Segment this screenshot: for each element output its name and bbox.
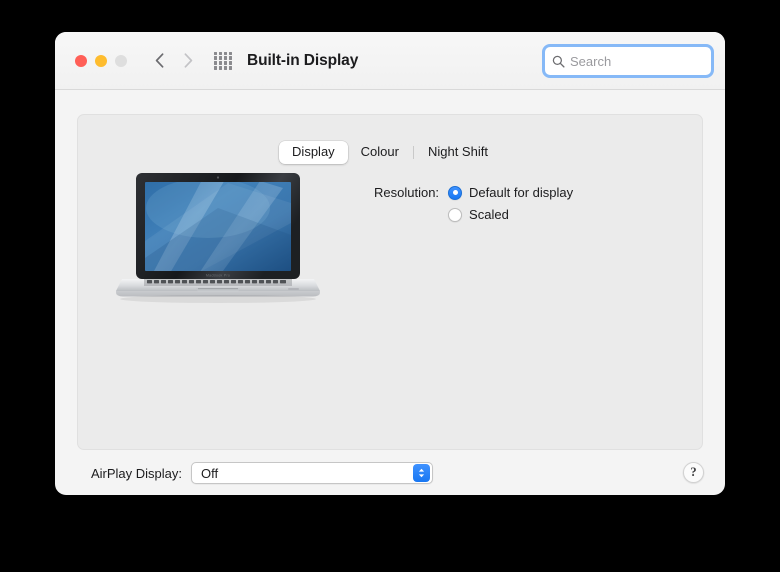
window-titlebar: Built-in Display (55, 32, 725, 90)
zoom-window-button[interactable] (115, 54, 127, 67)
tab-display[interactable]: Display (279, 140, 348, 164)
close-window-button[interactable] (75, 54, 87, 67)
system-preferences-window: Built-in Display Search MacBook Pro Reso… (55, 32, 725, 495)
tab-night-shift[interactable]: Night Shift (415, 141, 501, 164)
minimize-window-button[interactable] (95, 54, 107, 67)
tab-separator (412, 145, 414, 159)
search-icon (552, 55, 565, 68)
radio-scaled[interactable]: Scaled (448, 205, 573, 224)
tab-bar: Display Colour Night Shift (55, 140, 725, 164)
radio-button-indicator[interactable] (448, 185, 463, 200)
airplay-display-row: AirPlay Display: Off (77, 462, 703, 484)
chevron-up-down-icon[interactable] (413, 464, 430, 482)
resolution-label: Resolution: (374, 185, 440, 200)
display-preview-image: MacBook Pro (108, 163, 328, 308)
svg-text:MacBook Pro: MacBook Pro (206, 274, 230, 278)
display-settings-panel: MacBook Pro Resolution: Default for disp… (77, 114, 703, 450)
radio-button-indicator[interactable] (448, 207, 463, 222)
resolution-control-group: Resolution: Default for display Scaled (374, 183, 573, 224)
radio-label: Scaled (469, 207, 509, 222)
back-chevron-icon[interactable] (149, 50, 169, 72)
tab-colour[interactable]: Colour (348, 141, 412, 164)
page-title: Built-in Display (247, 51, 359, 69)
search-field[interactable] (542, 44, 714, 78)
airplay-label: AirPlay Display: (90, 465, 182, 481)
resolution-radio-group: Default for display Scaled (448, 183, 573, 224)
airplay-selected-value: Off (201, 465, 219, 481)
help-button[interactable]: ? (683, 462, 704, 483)
navigation-buttons (149, 50, 198, 72)
show-all-grid-icon[interactable] (214, 51, 232, 70)
search-input[interactable] (570, 53, 704, 69)
radio-default-for-display[interactable]: Default for display (448, 183, 573, 202)
radio-label: Default for display (469, 185, 574, 200)
forward-chevron-icon[interactable] (178, 50, 198, 72)
airplay-display-popup-button[interactable]: Off (191, 462, 433, 484)
traffic-light-buttons (75, 54, 127, 67)
